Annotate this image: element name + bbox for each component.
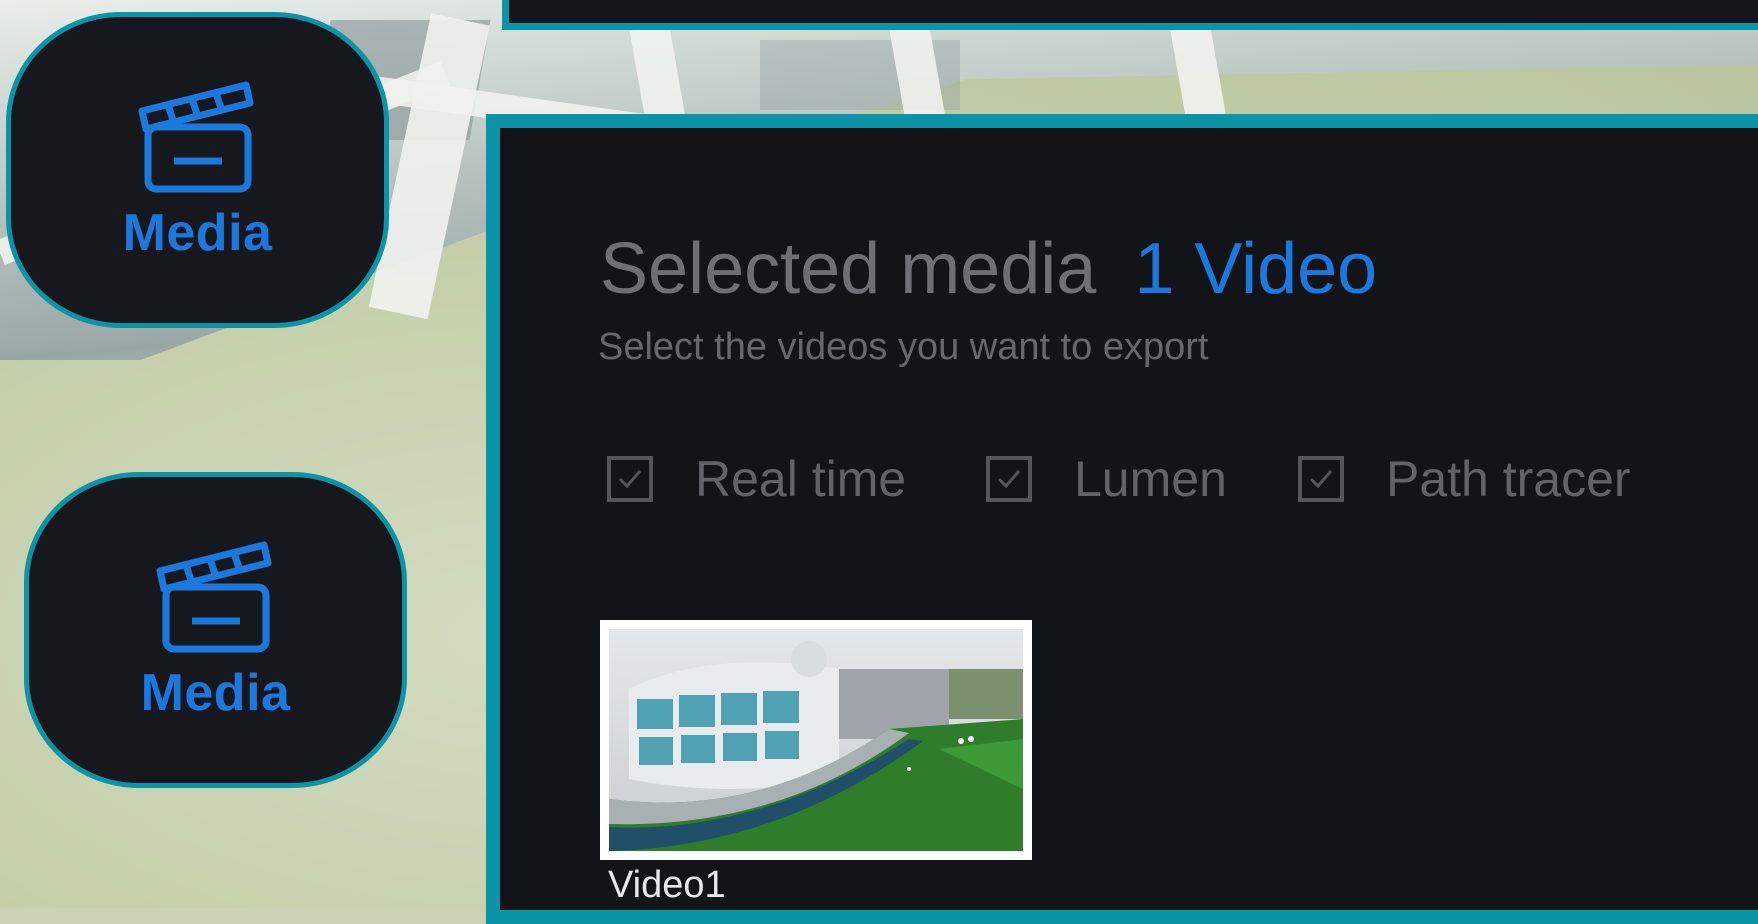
option-path-tracer[interactable]: Path tracer <box>1298 451 1631 507</box>
option-real-time[interactable]: Real time <box>607 451 907 507</box>
check-icon <box>997 470 1021 489</box>
video-preview-image <box>609 629 1023 851</box>
video-name: Video1 <box>608 864 726 906</box>
media-button[interactable]: Media <box>6 12 389 328</box>
selected-count: 1 Video <box>1134 229 1378 309</box>
top-panel-edge <box>502 0 1758 30</box>
checkbox[interactable] <box>986 456 1032 502</box>
option-label: Path tracer <box>1386 451 1631 507</box>
media-button-label: Media <box>140 664 291 722</box>
panel-title: Selected media 1 Video <box>600 228 1377 310</box>
media-button[interactable]: Media <box>24 472 407 788</box>
option-label: Lumen <box>1074 451 1227 507</box>
panel-subtitle: Select the videos you want to export <box>598 326 1209 368</box>
check-icon <box>1309 470 1333 489</box>
clapperboard-icon <box>134 77 262 197</box>
checkbox[interactable] <box>607 456 653 502</box>
checkbox[interactable] <box>1298 456 1344 502</box>
check-icon <box>618 470 642 489</box>
panel-title-text: Selected media <box>600 229 1097 309</box>
video-thumbnail[interactable] <box>600 620 1032 860</box>
media-button-label: Media <box>122 204 273 262</box>
option-lumen[interactable]: Lumen <box>986 451 1227 507</box>
clapperboard-icon <box>152 537 280 657</box>
option-label: Real time <box>695 451 907 507</box>
